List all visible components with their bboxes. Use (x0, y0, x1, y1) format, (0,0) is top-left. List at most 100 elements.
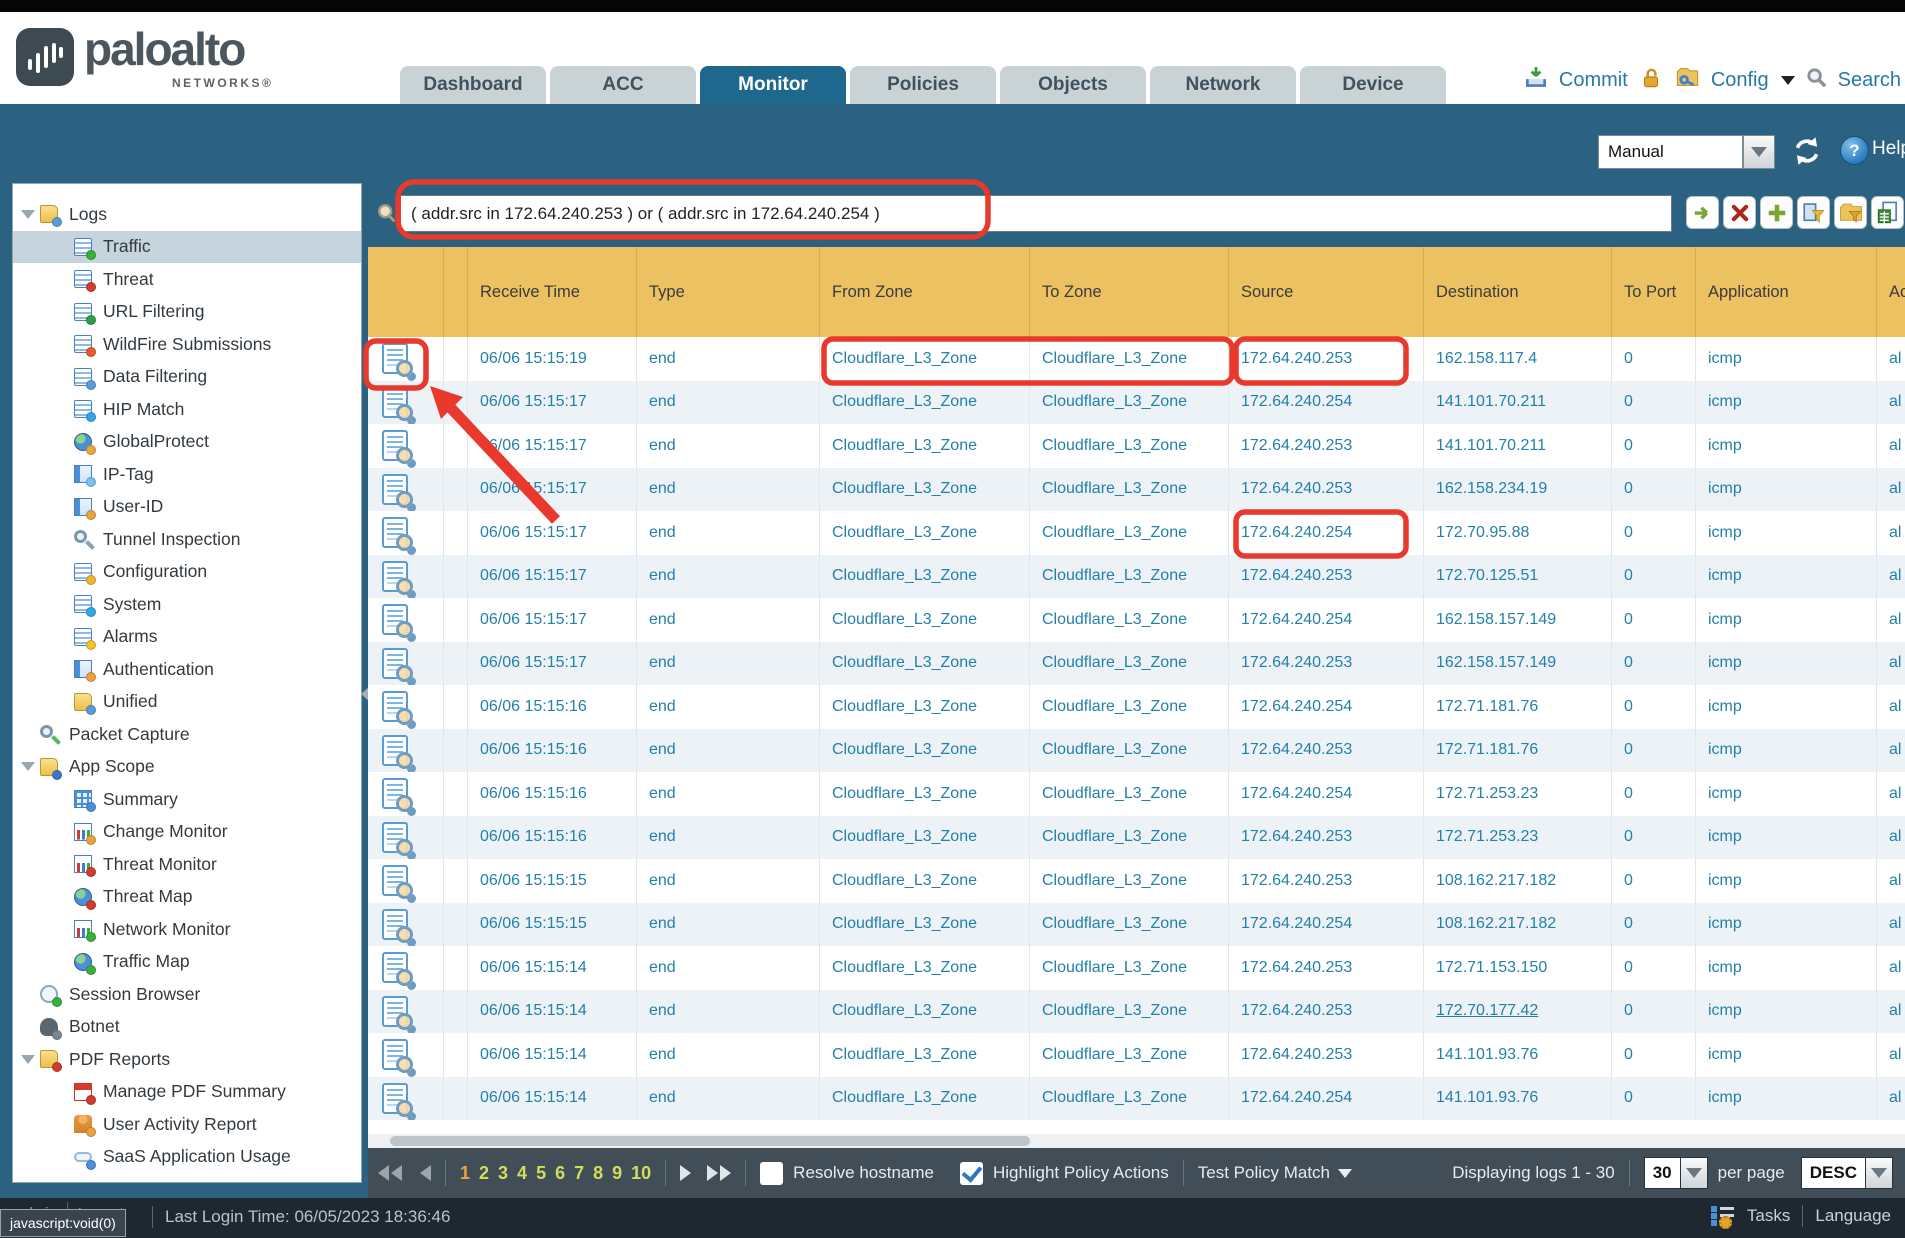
first-page-icon[interactable] (378, 1165, 402, 1181)
sidebar-item-threat-map[interactable]: Threat Map (13, 881, 361, 914)
prev-page-icon[interactable] (420, 1165, 431, 1181)
cell-text[interactable]: 172.70.177.42 (1436, 1002, 1538, 1020)
sidebar-item-network-monitor[interactable]: Network Monitor (13, 913, 361, 946)
sidebar-item-authentication[interactable]: Authentication (13, 653, 361, 686)
tab-policies[interactable]: Policies (850, 66, 996, 104)
sidebar-item-saas-application-usage[interactable]: SaaS Application Usage (13, 1141, 361, 1174)
search-button[interactable]: Search (1838, 69, 1901, 92)
sidebar-item-threat[interactable]: Threat (13, 263, 361, 296)
tasks-button[interactable]: Tasks (1747, 1206, 1790, 1226)
sidebar-item-app-scope[interactable]: App Scope (13, 751, 361, 784)
expand-caret-icon[interactable] (21, 762, 35, 771)
page-number-7[interactable]: 7 (574, 1163, 584, 1184)
sidebar-item-configuration[interactable]: Configuration (13, 556, 361, 589)
column-header-from-zone[interactable]: From Zone (820, 247, 1030, 337)
log-detail-icon[interactable] (382, 865, 408, 896)
refresh-icon[interactable] (1790, 134, 1824, 173)
column-header-blank[interactable] (444, 247, 468, 337)
clear-filter-icon[interactable] (1723, 196, 1756, 229)
column-header-blank[interactable] (368, 247, 444, 337)
tab-network[interactable]: Network (1150, 66, 1296, 104)
column-header-ac[interactable]: Ac (1877, 247, 1905, 337)
highlight-policy-checkbox[interactable] (960, 1162, 983, 1185)
column-header-to-zone[interactable]: To Zone (1030, 247, 1229, 337)
column-header-type[interactable]: Type (637, 247, 820, 337)
page-number-5[interactable]: 5 (536, 1163, 546, 1184)
config-icon[interactable] (1674, 64, 1701, 97)
sidebar-item-summary[interactable]: Summary (13, 783, 361, 816)
column-header-destination[interactable]: Destination (1424, 247, 1612, 337)
sort-order-select[interactable]: DESC (1801, 1157, 1893, 1189)
page-number-10[interactable]: 10 (631, 1163, 651, 1184)
export-icon[interactable] (1871, 196, 1904, 229)
sort-order-value[interactable]: DESC (1801, 1157, 1866, 1189)
page-number-9[interactable]: 9 (612, 1163, 622, 1184)
tab-dashboard[interactable]: Dashboard (400, 66, 546, 104)
sidebar-item-system[interactable]: System (13, 588, 361, 621)
commit-icon[interactable] (1523, 65, 1549, 97)
load-filter-icon[interactable] (1834, 196, 1867, 229)
config-button[interactable]: Config (1711, 69, 1769, 92)
sidebar-item-traffic[interactable]: Traffic (13, 231, 361, 264)
per-page-value[interactable]: 30 (1644, 1157, 1681, 1189)
sidebar-item-hip-match[interactable]: HIP Match (13, 393, 361, 426)
sidebar-item-tunnel-inspection[interactable]: Tunnel Inspection (13, 523, 361, 556)
column-header-application[interactable]: Application (1696, 247, 1877, 337)
sort-order-caret-icon[interactable] (1866, 1157, 1893, 1189)
expand-caret-icon[interactable] (21, 1055, 35, 1064)
log-filter-input[interactable] (400, 195, 1672, 232)
log-detail-icon[interactable] (382, 430, 408, 461)
log-detail-icon[interactable] (382, 517, 408, 548)
sidebar-item-packet-capture[interactable]: Packet Capture (13, 718, 361, 751)
sidebar-item-user-activity-report[interactable]: User Activity Report (13, 1108, 361, 1141)
log-detail-icon[interactable] (382, 735, 408, 766)
commit-button[interactable]: Commit (1559, 69, 1628, 92)
sidebar-item-session-browser[interactable]: Session Browser (13, 978, 361, 1011)
tab-monitor[interactable]: Monitor (700, 66, 846, 104)
sidebar-item-change-monitor[interactable]: Change Monitor (13, 816, 361, 849)
page-number-2[interactable]: 2 (479, 1163, 489, 1184)
refresh-mode-caret-icon[interactable] (1743, 135, 1775, 169)
expand-caret-icon[interactable] (21, 210, 35, 219)
column-header-source[interactable]: Source (1229, 247, 1424, 337)
scrollbar-thumb[interactable] (390, 1136, 1030, 1146)
page-number-1[interactable]: 1 (460, 1163, 470, 1184)
log-detail-icon[interactable] (382, 1083, 408, 1114)
log-detail-icon[interactable] (382, 691, 408, 722)
per-page-select[interactable]: 30 (1644, 1157, 1708, 1189)
page-number-4[interactable]: 4 (517, 1163, 527, 1184)
lock-icon[interactable] (1638, 65, 1664, 97)
page-number-8[interactable]: 8 (593, 1163, 603, 1184)
config-caret-icon[interactable] (1781, 76, 1795, 85)
add-filter-icon[interactable] (1760, 196, 1793, 229)
sidebar-item-logs[interactable]: Logs (13, 198, 361, 231)
sidebar-item-unified[interactable]: Unified (13, 686, 361, 719)
sidebar-item-globalprotect[interactable]: GlobalProtect (13, 426, 361, 459)
sidebar-item-pdf-reports[interactable]: PDF Reports (13, 1043, 361, 1076)
help-label[interactable]: Help (1872, 138, 1905, 160)
test-policy-match-button[interactable]: Test Policy Match (1198, 1163, 1330, 1183)
page-number-6[interactable]: 6 (555, 1163, 565, 1184)
log-detail-icon[interactable] (382, 343, 408, 374)
resolve-hostname-checkbox[interactable] (760, 1162, 783, 1185)
log-detail-icon[interactable] (382, 604, 408, 635)
sidebar-item-alarms[interactable]: Alarms (13, 621, 361, 654)
per-page-caret-icon[interactable] (1681, 1157, 1708, 1189)
sidebar-item-ip-tag[interactable]: IP-Tag (13, 458, 361, 491)
log-detail-icon[interactable] (382, 909, 408, 940)
tab-device[interactable]: Device (1300, 66, 1446, 104)
sidebar-item-data-filtering[interactable]: Data Filtering (13, 361, 361, 394)
tab-objects[interactable]: Objects (1000, 66, 1146, 104)
column-header-to-port[interactable]: To Port (1612, 247, 1696, 337)
column-header-receive-time[interactable]: Receive Time (468, 247, 637, 337)
sidebar-item-wildfire-submissions[interactable]: WildFire Submissions (13, 328, 361, 361)
page-number-3[interactable]: 3 (498, 1163, 508, 1184)
log-detail-icon[interactable] (382, 561, 408, 592)
tasks-icon[interactable] (1711, 1204, 1735, 1228)
test-policy-caret-icon[interactable] (1338, 1169, 1352, 1178)
sidebar-item-traffic-map[interactable]: Traffic Map (13, 946, 361, 979)
log-detail-icon[interactable] (382, 387, 408, 418)
horizontal-scrollbar[interactable] (368, 1134, 1905, 1148)
sidebar-item-threat-monitor[interactable]: Threat Monitor (13, 848, 361, 881)
last-page-icon[interactable] (707, 1165, 731, 1181)
